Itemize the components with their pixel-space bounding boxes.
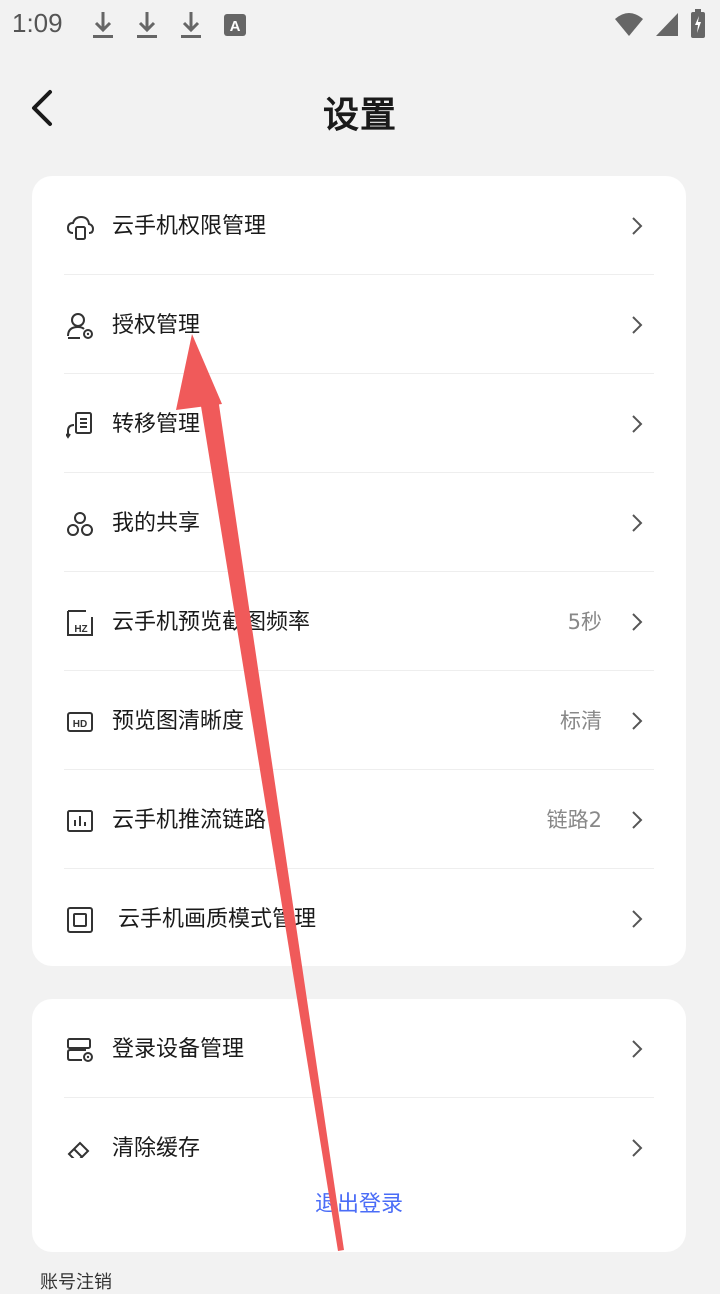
settings-item-preview-clarity[interactable]: HD 预览图清晰度 标清 [32,671,686,770]
settings-item-my-share[interactable]: 我的共享 [32,473,686,572]
transfer-icon [66,412,92,439]
user-auth-icon [67,313,93,339]
download-icon [137,12,157,38]
settings-item-cloud-phone-permission[interactable]: 云手机权限管理 [32,176,686,275]
download-icon [181,12,201,38]
chevron-right-icon [632,1040,643,1058]
settings-item-transfer[interactable]: 转移管理 [32,374,686,473]
page-title: 设置 [322,95,397,136]
chart-icon [67,810,93,832]
item-value: 5秒 [567,610,602,634]
item-label: 登录设备管理 [112,1037,245,1062]
chevron-right-icon [632,1139,643,1157]
signal-icon [656,13,678,36]
chevron-right-icon [632,316,643,334]
chevron-right-icon [632,514,643,532]
item-label: 云手机画质模式管理 [118,907,317,932]
item-value: 标清 [560,709,602,733]
item-label: 授权管理 [112,313,201,338]
settings-item-login-devices[interactable]: 登录设备管理 [32,999,686,1098]
settings-item-preview-frequency[interactable]: HZ 云手机预览截图频率 5秒 [32,572,686,671]
logout-button[interactable]: 退出登录 [32,1158,686,1252]
chevron-right-icon [632,811,643,829]
chevron-right-icon [632,613,643,631]
item-value: 链路2 [546,808,602,832]
svg-text:HZ: HZ [74,624,87,635]
item-label: 云手机推流链路 [112,808,267,833]
item-label: 云手机权限管理 [112,214,267,239]
item-label: 我的共享 [112,511,201,536]
a-badge-icon: A [224,14,246,36]
chevron-right-icon [632,910,643,928]
svg-text:A: A [230,18,241,35]
quality-icon [67,907,93,933]
share-icon [67,512,93,536]
status-system-icons [614,9,706,39]
nav-bar: 设置 [0,70,720,150]
settings-group-main: 云手机权限管理 授权管理 转移管理 我的共享 HZ 云手机预览截图频率 5秒 H… [32,176,686,966]
battery-charging-icon [691,9,705,38]
status-notification-icons: A [90,10,248,40]
chevron-right-icon [632,415,643,433]
chevron-right-icon [632,712,643,730]
settings-item-quality-mode[interactable]: 云手机画质模式管理 [32,869,686,968]
status-bar: 1:09 A [0,0,720,50]
settings-item-authorization[interactable]: 授权管理 [32,275,686,374]
wifi-icon [615,13,643,36]
item-label: 云手机预览截图频率 [112,610,311,635]
svg-text:HD: HD [73,719,87,730]
hz-icon: HZ [67,610,93,636]
status-time: 1:09 [12,8,63,38]
item-label: 转移管理 [112,412,201,437]
chevron-right-icon [632,217,643,235]
download-icon [93,12,113,38]
device-icon [67,1038,93,1062]
account-cancel-text: 账号注销 [40,1272,112,1293]
cloud-phone-icon [66,215,94,240]
hd-icon: HD [67,712,93,732]
item-label: 预览图清晰度 [112,709,245,734]
settings-item-stream-link[interactable]: 云手机推流链路 链路2 [32,770,686,869]
